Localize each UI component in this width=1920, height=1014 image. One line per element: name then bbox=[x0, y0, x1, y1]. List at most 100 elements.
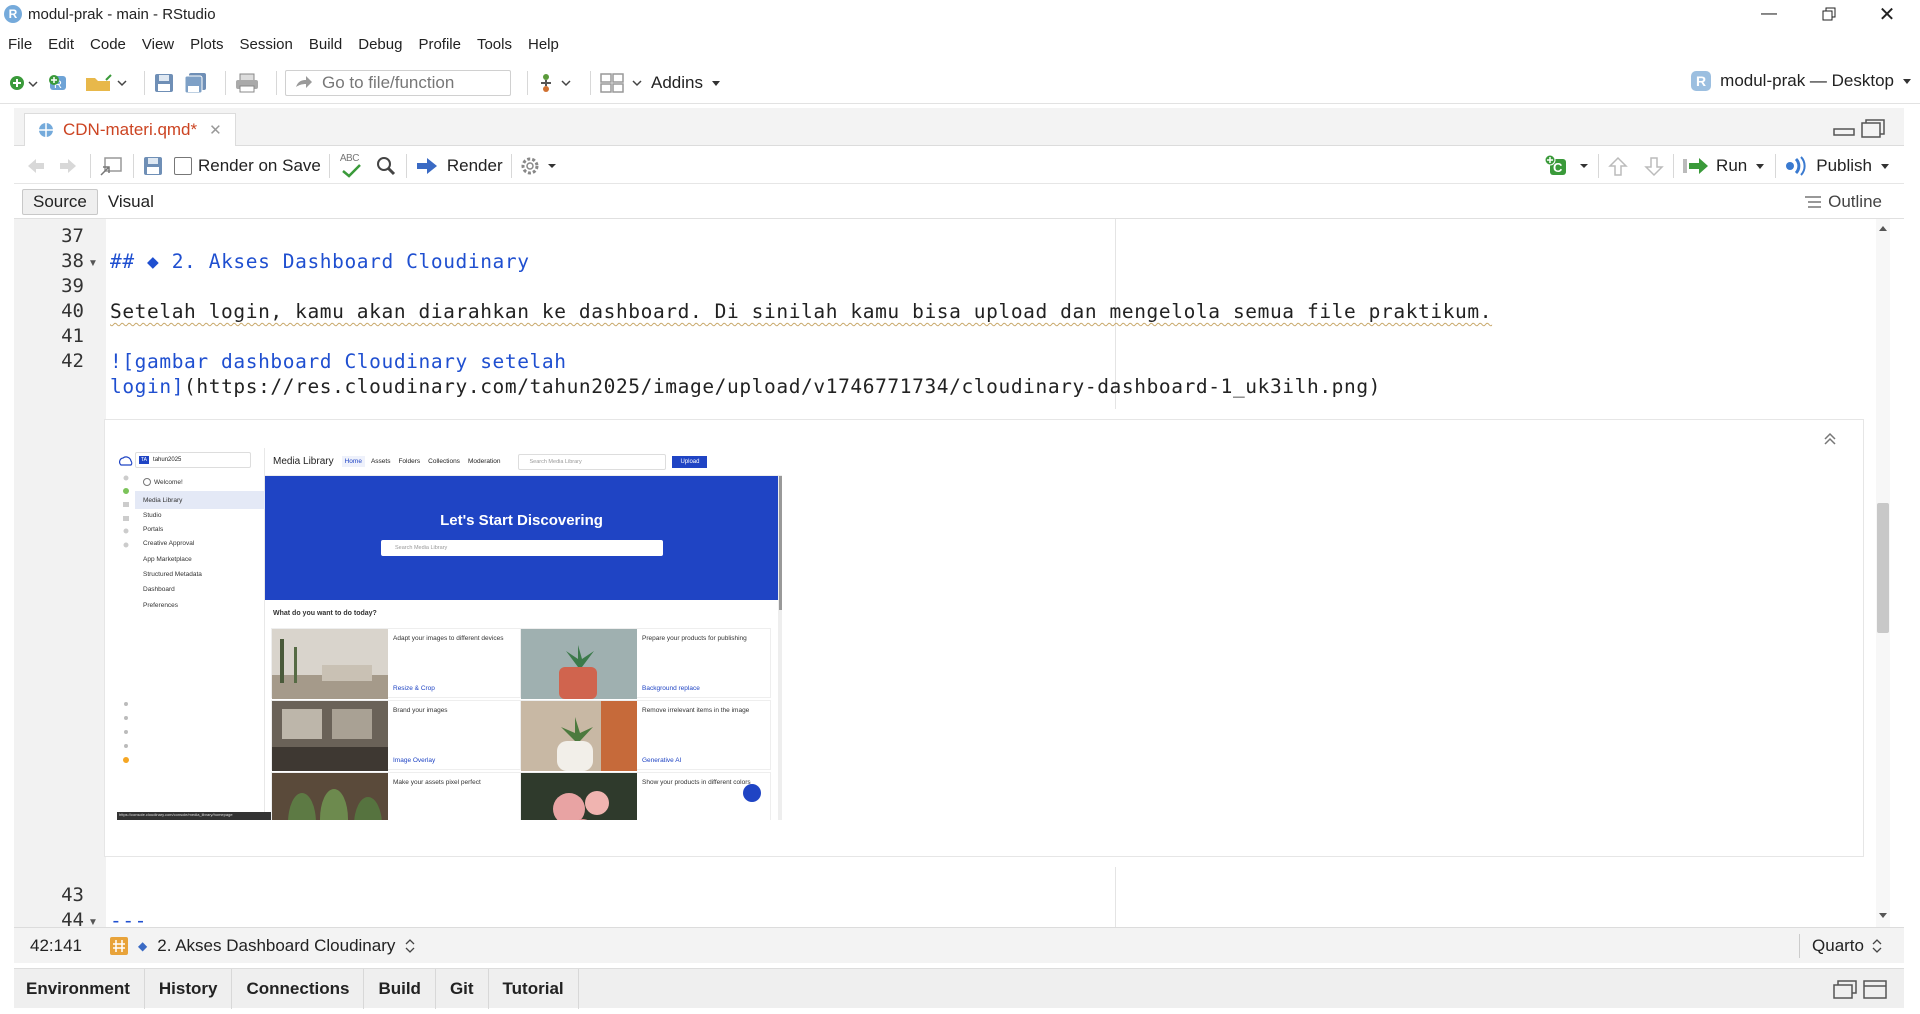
cld-hero: Let's Start Discovering Search Media Lib… bbox=[265, 476, 778, 600]
project-r-icon: R bbox=[1691, 71, 1712, 91]
minimize-button[interactable]: — bbox=[1746, 0, 1792, 28]
gear-icon[interactable] bbox=[520, 155, 560, 177]
save-button[interactable] bbox=[153, 68, 175, 98]
addins-menu[interactable]: Addins bbox=[651, 68, 721, 98]
run-label: Run bbox=[1716, 155, 1748, 175]
collapse-preview-icon[interactable] bbox=[1823, 432, 1837, 446]
vcs-button[interactable] bbox=[536, 68, 574, 98]
find-replace-icon[interactable] bbox=[374, 154, 398, 178]
tab-tutorial[interactable]: Tutorial bbox=[489, 968, 579, 1009]
menu-plots[interactable]: Plots bbox=[182, 36, 231, 53]
new-project-button[interactable]: R bbox=[46, 68, 76, 98]
tab-build[interactable]: Build bbox=[364, 968, 436, 1009]
menu-profile[interactable]: Profile bbox=[410, 36, 469, 53]
publish-label: Publish bbox=[1816, 155, 1872, 175]
cld-studio: Studio bbox=[143, 512, 162, 519]
save-file-icon[interactable] bbox=[142, 155, 164, 177]
scrollbar-thumb[interactable] bbox=[1877, 503, 1889, 633]
line-number: 39 bbox=[61, 275, 84, 297]
chevron-down-icon bbox=[711, 80, 720, 86]
diamond-icon: ◆ bbox=[138, 938, 148, 953]
insert-chunk-icon[interactable]: C bbox=[1544, 154, 1590, 178]
menu-help[interactable]: Help bbox=[520, 36, 567, 53]
open-file-button[interactable] bbox=[84, 68, 128, 98]
editor-scrollbar[interactable] bbox=[1876, 219, 1890, 927]
menu-debug[interactable]: Debug bbox=[350, 36, 410, 53]
next-chunk-icon[interactable] bbox=[1643, 155, 1665, 177]
git-branch-icon bbox=[541, 73, 571, 92]
tab-connections[interactable]: Connections bbox=[232, 968, 365, 1009]
link-alt-text: login] bbox=[110, 375, 185, 398]
code-line-38: ## ◆ 2. Akses Dashboard Cloudinary bbox=[110, 250, 530, 273]
save-icon bbox=[155, 73, 173, 92]
tab-history[interactable]: History bbox=[145, 968, 233, 1009]
scroll-down-icon[interactable] bbox=[1879, 913, 1887, 919]
cld-card-image bbox=[272, 629, 388, 699]
print-icon bbox=[236, 73, 258, 92]
workspace-panes-button[interactable] bbox=[599, 68, 643, 98]
publish-button[interactable]: Publish bbox=[1784, 155, 1892, 177]
line-number: 41 bbox=[61, 325, 84, 347]
cld-card-image bbox=[521, 773, 637, 820]
outline-list-icon bbox=[1805, 195, 1822, 208]
menu-view[interactable]: View bbox=[134, 36, 182, 53]
fold-arrow-icon[interactable]: ▼ bbox=[88, 917, 98, 927]
print-button[interactable] bbox=[234, 68, 260, 98]
header-marker: ## bbox=[110, 250, 148, 273]
file-tab-cdn-materi[interactable]: CDN-materi.qmd* ✕ bbox=[24, 113, 236, 146]
tab-git[interactable]: Git bbox=[436, 968, 489, 1009]
close-tab-icon[interactable]: ✕ bbox=[209, 121, 222, 139]
goto-file-function-input[interactable]: Go to file/function bbox=[285, 69, 511, 96]
new-file-button[interactable] bbox=[8, 68, 38, 98]
cld-card: Show your products in different colors bbox=[520, 772, 771, 820]
toolbar-separator bbox=[1673, 153, 1675, 178]
render-button[interactable]: Render bbox=[415, 156, 503, 176]
cld-structured-metadata: Structured Metadata bbox=[143, 571, 202, 578]
editor-tab-strip: CDN-materi.qmd* ✕ bbox=[14, 108, 1904, 146]
cld-card-image bbox=[521, 701, 637, 771]
cld-card-image bbox=[521, 629, 637, 699]
menu-bar: File Edit Code View Plots Session Build … bbox=[0, 28, 1920, 60]
outline-label: Outline bbox=[1828, 191, 1882, 211]
save-all-button[interactable] bbox=[183, 68, 209, 98]
toolbar-separator bbox=[276, 70, 277, 95]
outline-button[interactable]: Outline bbox=[1804, 192, 1882, 212]
goto-placeholder: Go to file/function bbox=[322, 72, 455, 92]
pane-minmax-icon[interactable] bbox=[1830, 978, 1890, 1000]
pane-minmax-icon[interactable] bbox=[1830, 118, 1890, 140]
cld-creative-approval: Creative Approval bbox=[143, 540, 195, 547]
project-selector[interactable]: R modul-prak — Desktop bbox=[1690, 70, 1912, 92]
menu-file[interactable]: File bbox=[0, 36, 40, 53]
spellcheck-button[interactable]: ABC bbox=[338, 153, 366, 179]
tab-environment[interactable]: Environment bbox=[14, 968, 145, 1009]
new-project-icon: R bbox=[49, 74, 66, 91]
cld-sidebar: TA tahun2025 Welcome! Media Library Stud… bbox=[117, 448, 265, 820]
menu-tools[interactable]: Tools bbox=[469, 36, 520, 53]
visual-mode-button[interactable]: Visual bbox=[98, 189, 164, 215]
scroll-up-icon[interactable] bbox=[1879, 225, 1887, 231]
menu-session[interactable]: Session bbox=[232, 36, 301, 53]
code-editor[interactable]: 37 38 ▼ 39 40 41 42 43 44 ▼ ## ◆ 2. Akse… bbox=[14, 219, 1890, 927]
previous-chunk-icon[interactable] bbox=[1607, 155, 1629, 177]
menu-code[interactable]: Code bbox=[82, 36, 134, 53]
menu-build[interactable]: Build bbox=[301, 36, 350, 53]
show-in-window-icon[interactable] bbox=[99, 155, 125, 177]
restore-button[interactable] bbox=[1806, 0, 1852, 28]
back-forward-icon[interactable] bbox=[26, 156, 82, 176]
filetype-select[interactable]: Quarto bbox=[1812, 936, 1882, 956]
cld-card: Make your assets pixel perfect bbox=[271, 772, 522, 820]
line-number: 44 bbox=[61, 909, 84, 927]
render-on-save-checkbox[interactable] bbox=[174, 156, 192, 175]
render-label: Render bbox=[446, 155, 503, 175]
publish-icon bbox=[1786, 155, 1806, 176]
menu-edit[interactable]: Edit bbox=[40, 36, 82, 53]
bottom-pane-tabs: Environment History Connections Build Gi… bbox=[14, 968, 1904, 1009]
run-button[interactable]: Run bbox=[1682, 156, 1767, 176]
close-window-button[interactable]: ✕ bbox=[1864, 0, 1910, 28]
source-mode-button[interactable]: Source bbox=[22, 188, 98, 215]
fold-arrow-icon[interactable]: ▼ bbox=[88, 258, 98, 269]
section-jump[interactable]: ◆ 2. Akses Dashboard Cloudinary bbox=[110, 936, 415, 956]
cld-hero-search: Search Media Library bbox=[381, 540, 663, 556]
updown-chevron-icon bbox=[405, 938, 415, 953]
margin-line bbox=[1115, 867, 1116, 927]
